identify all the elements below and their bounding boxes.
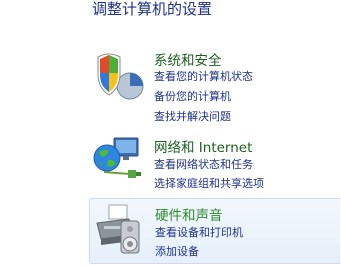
category-title-network-internet[interactable]: 网络和 Internet <box>154 136 252 156</box>
link-homegroup-sharing[interactable]: 选择家庭组和共享选项 <box>154 175 264 191</box>
page-title: 调整计算机的设置 <box>92 0 213 18</box>
category-network-internet: 网络和 Internet 查看网络状态和任务 选择家庭组和共享选项 <box>90 132 341 196</box>
link-add-device[interactable]: 添加设备 <box>155 243 199 259</box>
link-view-devices-printers[interactable]: 查看设备和打印机 <box>155 224 243 240</box>
network-globe-icon[interactable] <box>90 132 146 188</box>
printer-speaker-icon[interactable] <box>93 201 149 257</box>
category-hardware-sound[interactable]: 硬件和声音 查看设备和打印机 添加设备 <box>89 198 340 264</box>
shield-icon[interactable] <box>90 48 146 104</box>
category-system-security: 系统和安全 查看您的计算机状态 备份您的计算机 查找并解决问题 <box>90 48 341 124</box>
link-backup-computer[interactable]: 备份您的计算机 <box>154 88 231 104</box>
link-view-network-status[interactable]: 查看网络状态和任务 <box>154 156 253 172</box>
link-find-fix-problems[interactable]: 查找并解决问题 <box>154 108 231 124</box>
link-view-computer-status[interactable]: 查看您的计算机状态 <box>154 68 253 84</box>
category-title-hardware-sound[interactable]: 硬件和声音 <box>155 204 223 224</box>
category-title-system-security[interactable]: 系统和安全 <box>154 49 222 69</box>
control-panel-page: 调整计算机的设置 系统和安全 查看您的计算机状态 备份您的计算机 查找并解决问题 <box>0 0 341 266</box>
